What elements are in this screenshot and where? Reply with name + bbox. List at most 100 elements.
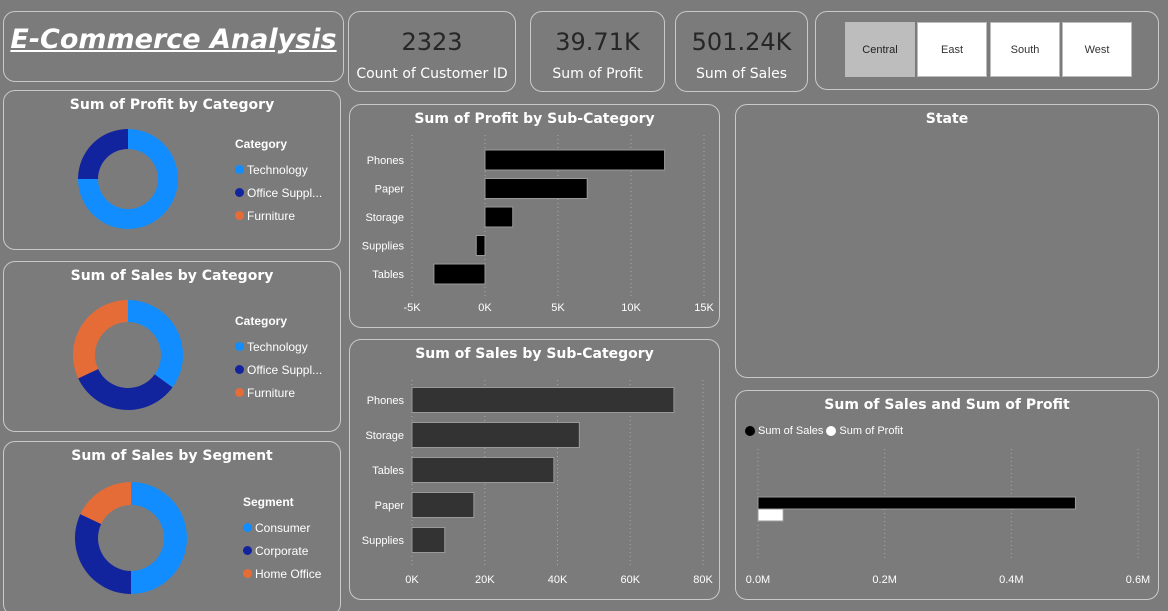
tick-label: 5K: [551, 302, 565, 314]
slice-home-office[interactable]: [80, 482, 131, 524]
legend-label: Technology: [247, 339, 308, 354]
slicer-option-east[interactable]: East: [917, 22, 987, 77]
bar-tables[interactable]: [433, 263, 486, 285]
bar-phones[interactable]: [411, 387, 675, 413]
title-panel: E-Commerce Analysis: [3, 11, 344, 82]
kpi-card-customers: 2323 Count of Customer ID: [348, 11, 516, 92]
legend-item-consumer[interactable]: Consumer: [243, 516, 321, 539]
legend-label: Technology: [247, 162, 308, 177]
legend-item-furniture[interactable]: Furniture: [235, 204, 322, 227]
tick-label: 0.4M: [999, 574, 1023, 586]
slice-technology[interactable]: [128, 300, 183, 388]
category-label: Tables: [372, 269, 404, 281]
bar-sum-of-profit[interactable]: [757, 508, 784, 522]
tick-label: 0.0M: [746, 574, 770, 586]
profit-by-subcategory-card: Sum of Profit by Sub-Category -5K 0K 5K 10K…: [349, 104, 720, 328]
legend-item-furniture[interactable]: Furniture: [235, 381, 322, 404]
legend-label: Home Office: [255, 566, 322, 581]
tick-label: 80K: [693, 574, 713, 586]
chart-title: State: [925, 111, 969, 127]
legend-dot: [243, 569, 252, 578]
tick-label: 0K: [478, 302, 492, 314]
bar-supplies[interactable]: [475, 235, 486, 256]
bar-phones[interactable]: [484, 149, 666, 171]
profit-by-category-card: Sum of Profit by Category Category Techn…: [3, 90, 341, 250]
legend-item-technology[interactable]: Technology: [235, 158, 322, 181]
tick-label: 0.6M: [1126, 574, 1150, 586]
category-label: Paper: [375, 184, 405, 196]
legend-item-office-supplies[interactable]: Office Suppl...: [235, 358, 322, 381]
legend-title: Category: [235, 314, 288, 328]
legend-label: Furniture: [247, 208, 296, 223]
legend-dot: [235, 365, 244, 374]
kpi-value: 39.71K: [555, 28, 640, 56]
bar-sum-of-sales[interactable]: [757, 496, 1076, 510]
category-label: Paper: [375, 500, 405, 512]
kpi-label: Count of Customer ID: [356, 66, 508, 82]
legend-item-corporate[interactable]: Corporate: [243, 539, 321, 562]
kpi-label: Sum of Profit: [552, 66, 643, 82]
sales-by-subcategory-chart: 0K 20K 40K 60K 80K Phones Storage Tables Paper Su…: [362, 380, 713, 586]
legend-label: Consumer: [255, 520, 311, 535]
legend-label: Office Suppl...: [247, 362, 323, 377]
sales-and-profit-card: Sum of Sales and Sum of Profit Sum of Sa…: [735, 390, 1159, 600]
legend-label: Furniture: [247, 385, 296, 400]
slicer-option-west[interactable]: West: [1062, 22, 1132, 77]
region-slicer: Central East South West: [815, 11, 1159, 90]
tick-label: 20K: [475, 574, 495, 586]
bar-tables[interactable]: [411, 457, 555, 483]
tick-label: 60K: [620, 574, 640, 586]
tick-label: 0K: [405, 574, 419, 586]
bar-storage[interactable]: [484, 206, 514, 228]
sales-and-profit-chart: 0.0M 0.2M 0.4M 0.6M: [746, 449, 1150, 586]
legend-dot: [235, 342, 244, 351]
legend-dot: [235, 165, 244, 174]
category-label: Supplies: [362, 241, 405, 253]
legend: Category Technology Office Suppl... Furn…: [235, 137, 322, 227]
category-label: Supplies: [362, 535, 405, 547]
legend-dot: [235, 188, 244, 197]
legend-title: Segment: [243, 495, 294, 509]
tick-label: -5K: [403, 302, 421, 314]
legend-dot: [235, 211, 244, 220]
slicer-option-south[interactable]: South: [990, 22, 1060, 77]
bar-storage[interactable]: [411, 422, 580, 448]
slice-office-supplies[interactable]: [78, 129, 128, 179]
legend-dot: [235, 388, 244, 397]
bar-supplies[interactable]: [411, 527, 446, 553]
legend-label: Office Suppl...: [247, 185, 323, 200]
profit-by-subcategory-chart: -5K 0K 5K 10K 15K Phones Paper Storage Supplies T…: [362, 135, 714, 314]
bar-paper[interactable]: [411, 492, 475, 518]
tick-label: 10K: [621, 302, 641, 314]
slice-consumer[interactable]: [131, 482, 187, 594]
legend-title: Category: [235, 137, 288, 151]
kpi-value: 2323: [401, 28, 463, 56]
kpi-card-profit: 39.71K Sum of Profit: [530, 11, 665, 92]
legend-item-home-office[interactable]: Home Office: [243, 562, 321, 585]
legend-label: Corporate: [255, 543, 309, 558]
sales-by-subcategory-card: Sum of Sales by Sub-Category 0K 20K 40K 60K…: [349, 339, 720, 600]
legend: Category Technology Office Suppl... Furn…: [235, 314, 322, 404]
category-label: Phones: [367, 395, 405, 407]
category-label: Storage: [365, 212, 404, 224]
bar-paper[interactable]: [484, 178, 588, 199]
legend-item-office-supplies[interactable]: Office Suppl...: [235, 181, 322, 204]
slice-corporate[interactable]: [74, 514, 131, 594]
kpi-label: Sum of Sales: [695, 66, 788, 82]
sales-by-category-card: Sum of Sales by Category Category Techno…: [3, 261, 341, 432]
kpi-card-sales: 501.24K Sum of Sales: [675, 11, 808, 92]
category-label: Tables: [372, 465, 404, 477]
tick-label: 40K: [548, 574, 568, 586]
kpi-value: 501.24K: [691, 28, 792, 56]
legend: Segment Consumer Corporate Home Office: [243, 495, 321, 585]
tick-label: 0.2M: [872, 574, 896, 586]
slicer-option-central[interactable]: Central: [845, 22, 915, 77]
legend-dot: [243, 523, 252, 532]
legend-item-technology[interactable]: Technology: [235, 335, 322, 358]
sales-by-segment-card: Sum of Sales by Segment Segment Consumer…: [3, 441, 341, 611]
category-label: Phones: [367, 155, 405, 167]
dashboard-title: E-Commerce Analysis: [10, 24, 337, 55]
category-label: Storage: [365, 430, 404, 442]
state-map-card: State: [735, 104, 1159, 378]
slice-furniture[interactable]: [73, 300, 128, 379]
